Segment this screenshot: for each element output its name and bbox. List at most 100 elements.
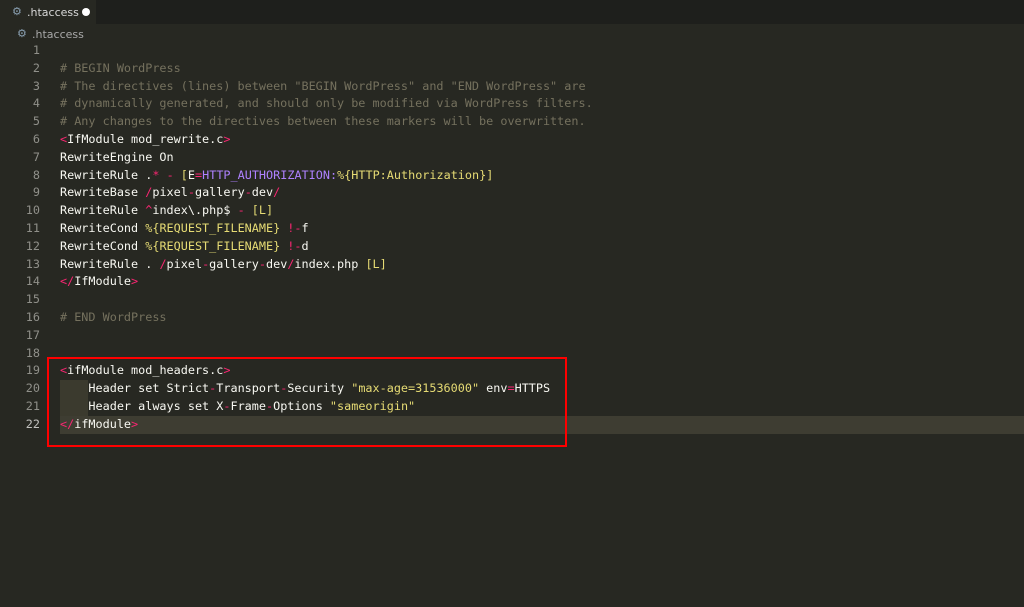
line-code: RewriteRule . /pixel-gallery-dev/index.p…	[60, 256, 387, 274]
code-line[interactable]: 17	[0, 327, 1024, 345]
code-line[interactable]: 18	[0, 345, 1024, 363]
line-number: 10	[25, 203, 40, 218]
line-number: 13	[25, 256, 40, 271]
line-code: RewriteEngine On	[60, 149, 174, 167]
line-code: RewriteRule ^index\.php$ - [L]	[60, 202, 273, 220]
gear-icon: ⚙	[17, 27, 27, 40]
code-token: Header set Strict	[60, 381, 210, 396]
code-line[interactable]: 15	[0, 291, 1024, 309]
code-line[interactable]: 21 Header always set X-Frame-Options "sa…	[0, 397, 1024, 416]
code-line[interactable]: 5 # Any changes to the directives between…	[0, 113, 1024, 131]
code-token: HTTP_AUTHORIZATION:	[202, 167, 338, 182]
code-token: >	[223, 363, 231, 378]
code-line[interactable]: 14 </IfModule>	[0, 273, 1024, 291]
line-number: 17	[25, 327, 40, 342]
line-code: RewriteCond %{REQUEST_FILENAME} !-f	[60, 220, 309, 238]
code-token: -	[166, 167, 174, 182]
line-code: Header always set X-Frame-Options "sameo…	[60, 398, 415, 416]
line-code: # BEGIN WordPress	[60, 60, 181, 78]
line-code: <IfModule mod_rewrite.c>	[60, 131, 230, 149]
code-line[interactable]: 19 <ifModule mod_headers.c>	[0, 362, 1024, 380]
code-token: RewriteRule .	[60, 167, 153, 182]
code-token: IfModule	[74, 274, 132, 289]
line-number: 2	[32, 60, 40, 75]
line-code: <ifModule mod_headers.c>	[60, 362, 230, 380]
code-line[interactable]: 13 RewriteRule . /pixel-gallery-dev/index…	[0, 256, 1024, 274]
code-token: %{HTTP:Authorization}	[337, 167, 487, 182]
code-line[interactable]: 20 Header set Strict-Transport-Security …	[0, 380, 1024, 398]
code-token: >	[131, 274, 139, 289]
code-token: ifModule mod_headers.c	[67, 363, 224, 378]
code-token: # The directives (lines) between "BEGIN …	[60, 78, 586, 93]
line-code: # The directives (lines) between "BEGIN …	[60, 78, 586, 96]
code-token: RewriteCond	[60, 220, 146, 235]
code-token: RewriteRule	[60, 203, 146, 218]
line-number: 9	[32, 185, 40, 200]
line-number: 18	[25, 345, 40, 360]
code-token: # END WordPress	[60, 309, 167, 324]
line-code: # END WordPress	[60, 309, 167, 327]
code-token: # dynamically generated, and should only…	[60, 96, 593, 111]
line-number: 22	[25, 416, 40, 431]
code-token: /	[273, 185, 281, 200]
code-token: RewriteBase	[60, 185, 146, 200]
code-token: [	[180, 167, 188, 182]
line-number: 1	[32, 43, 40, 57]
line-number: 11	[25, 220, 40, 235]
line-number: 14	[25, 274, 40, 289]
line-number: 5	[32, 114, 40, 129]
breadcrumb: ⚙ .htaccess	[0, 24, 1024, 44]
code-token: </	[60, 274, 75, 289]
code-token: f	[301, 220, 309, 235]
code-line[interactable]: 7 RewriteEngine On	[0, 149, 1024, 167]
code-token: >	[223, 131, 231, 146]
line-number: 3	[32, 78, 40, 93]
code-token: -	[187, 185, 195, 200]
code-token: Header always set X	[60, 398, 224, 413]
code-token: =	[507, 381, 515, 396]
code-token: index\.php$	[152, 203, 238, 218]
tab-htaccess[interactable]: ⚙ .htaccess	[0, 0, 96, 24]
code-line[interactable]: 2 # BEGIN WordPress	[0, 60, 1024, 78]
unsaved-dot-icon[interactable]	[82, 8, 90, 16]
code-token: !-	[287, 220, 302, 235]
code-token: "max-age=31536000"	[351, 381, 480, 396]
code-token: dev	[266, 256, 288, 271]
line-code: RewriteRule .* - [E=HTTP_AUTHORIZATION:%…	[60, 167, 493, 185]
code-token: ifModule	[74, 416, 132, 431]
code-token: Transport	[216, 381, 281, 396]
code-line[interactable]: 9 RewriteBase /pixel-gallery-dev/	[0, 184, 1024, 202]
line-number: 12	[25, 238, 40, 253]
code-token: HTTPS	[514, 381, 551, 396]
code-line[interactable]: 22 </ifModule>	[0, 415, 1024, 434]
code-token: "sameorigin"	[329, 398, 416, 413]
line-number: 8	[32, 167, 40, 182]
code-token: -	[258, 256, 266, 271]
gear-icon: ⚙	[12, 5, 22, 18]
code-token: %{REQUEST_FILENAME}	[145, 220, 281, 235]
code-line[interactable]: 1	[0, 42, 1024, 60]
code-editor[interactable]: 1 2 # BEGIN WordPress 3 # The directives (li…	[0, 42, 1024, 434]
code-token: pixel	[166, 256, 203, 271]
code-line[interactable]: 16 # END WordPress	[0, 309, 1024, 327]
code-token: %{REQUEST_FILENAME}	[145, 238, 281, 253]
code-token: RewriteCond	[60, 238, 146, 253]
code-line[interactable]: 8 RewriteRule .* - [E=HTTP_AUTHORIZATION:…	[0, 167, 1024, 185]
active-line-highlight	[60, 415, 1024, 434]
code-line[interactable]: 11 RewriteCond %{REQUEST_FILENAME} !-f	[0, 220, 1024, 238]
line-code: # Any changes to the directives between …	[60, 113, 586, 131]
code-line[interactable]: 3 # The directives (lines) between "BEGIN…	[0, 78, 1024, 96]
code-token: -	[237, 203, 245, 218]
code-line[interactable]: 12 RewriteCond %{REQUEST_FILENAME} !-d	[0, 238, 1024, 256]
code-token: index.php	[294, 256, 366, 271]
line-number: 20	[25, 381, 40, 396]
line-number: 16	[25, 309, 40, 324]
code-line[interactable]: 6 <IfModule mod_rewrite.c>	[0, 131, 1024, 149]
code-line[interactable]: 4 # dynamically generated, and should onl…	[0, 95, 1024, 113]
line-code: RewriteBase /pixel-gallery-dev/	[60, 184, 280, 202]
code-token: !-	[287, 238, 302, 253]
breadcrumb-file[interactable]: .htaccess	[32, 28, 84, 41]
code-token: Frame	[230, 398, 266, 413]
code-line[interactable]: 10 RewriteRule ^index\.php$ - [L]	[0, 202, 1024, 220]
